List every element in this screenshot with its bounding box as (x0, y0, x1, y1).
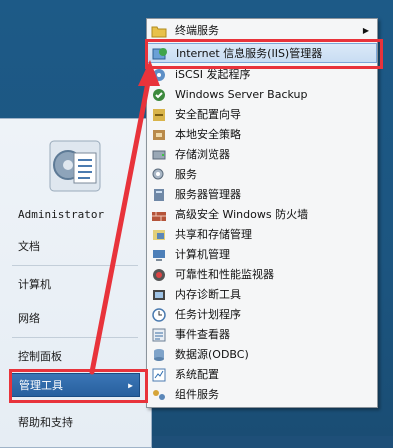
submenu-item-memory-diagnostics[interactable]: 内存诊断工具 (147, 285, 377, 305)
start-item-help[interactable]: 帮助和支持 (10, 411, 140, 435)
submenu-item-firewall[interactable]: 高级安全 Windows 防火墙 (147, 205, 377, 225)
server-manager-icon (154, 189, 164, 201)
submenu-item-computer-management[interactable]: 计算机管理 (147, 245, 377, 265)
highlight-iis-manager (145, 39, 383, 69)
start-item-control-panel[interactable]: 控制面板 (10, 345, 140, 369)
folder-icon (151, 26, 167, 38)
submenu-item-component-services[interactable]: 组件服务 (147, 385, 377, 405)
storage-explorer-icon (152, 150, 166, 160)
services-icon (152, 168, 164, 180)
submenu-item-odbc[interactable]: 数据源(ODBC) (147, 345, 377, 365)
submenu-item-event-viewer[interactable]: 事件查看器 (147, 325, 377, 345)
start-item-user[interactable]: Administrator (10, 203, 140, 227)
submenu-item-storage-explorer[interactable]: 存储浏览器 (147, 145, 377, 165)
submenu-arrow-icon: ▶ (362, 26, 369, 35)
odbc-icon (154, 349, 164, 361)
start-item-documents[interactable]: 文档 (10, 235, 140, 259)
computer-management-icon (153, 250, 165, 261)
admin-tools-submenu: 终端服务 ▶ Internet 信息服务(IIS)管理器 iSCSI 发起程序 … (146, 18, 378, 408)
start-item-computer[interactable]: 计算机 (10, 273, 140, 297)
submenu-item-performance-monitor[interactable]: 可靠性和性能监视器 (147, 265, 377, 285)
event-viewer-icon (152, 328, 166, 342)
submenu-item-system-config[interactable]: 系统配置 (147, 365, 377, 385)
component-services-icon (153, 390, 165, 400)
firewall-icon (152, 212, 166, 221)
system-config-icon (152, 368, 166, 382)
submenu-item-share-storage[interactable]: 共享和存储管理 (147, 225, 377, 245)
submenu-item-task-scheduler[interactable]: 任务计划程序 (147, 305, 377, 325)
start-item-network[interactable]: 网络 (10, 307, 140, 331)
iscsi-icon (153, 69, 165, 81)
submenu-item-windows-server-backup[interactable]: Windows Server Backup (147, 85, 377, 105)
user-picture-icon (49, 140, 101, 192)
separator (12, 265, 138, 266)
submenu-item-services[interactable]: 服务 (147, 165, 377, 185)
separator (12, 337, 138, 338)
local-security-policy-icon (153, 130, 165, 140)
submenu-item-security-wizard[interactable]: 安全配置向导 (147, 105, 377, 125)
submenu-item-terminal-services[interactable]: 终端服务 ▶ (147, 21, 377, 41)
memory-diagnostics-icon (153, 290, 165, 300)
submenu-item-server-manager[interactable]: 服务器管理器 (147, 185, 377, 205)
security-wizard-icon (153, 109, 165, 121)
share-storage-icon (153, 230, 165, 240)
performance-monitor-icon (153, 269, 165, 281)
backup-icon (153, 89, 165, 101)
submenu-item-local-security-policy[interactable]: 本地安全策略 (147, 125, 377, 145)
task-scheduler-icon (152, 308, 166, 322)
highlight-admin-tools (9, 369, 148, 403)
